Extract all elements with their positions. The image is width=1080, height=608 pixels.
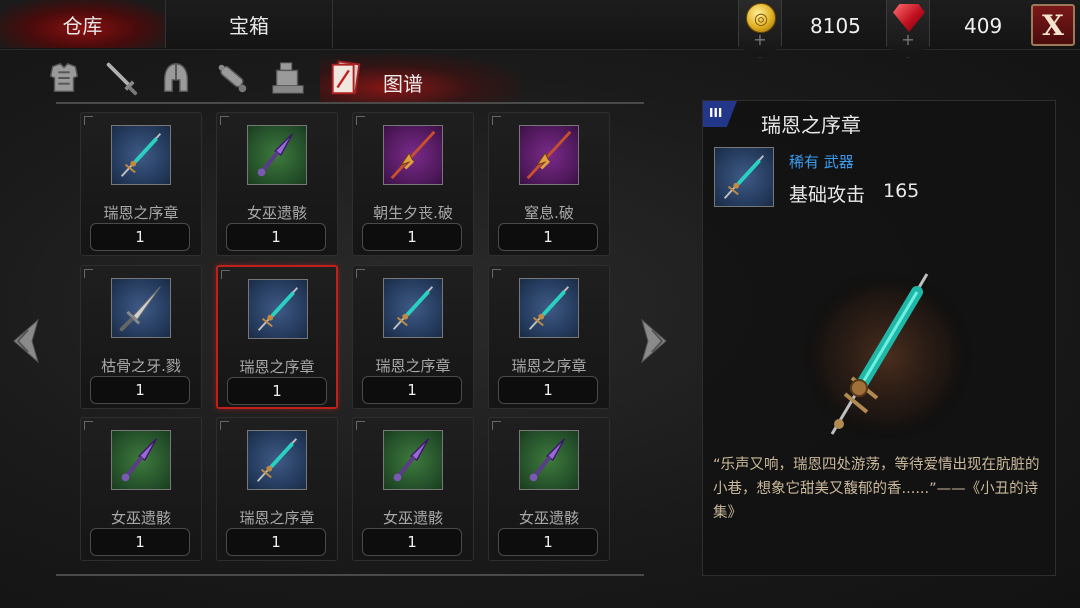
item-name: 瑞恩之序章 xyxy=(375,357,451,375)
inventory-slot[interactable]: 窒息.破 1 xyxy=(488,112,610,256)
item-name: 瑞恩之序章 xyxy=(239,509,315,527)
close-button[interactable]: X xyxy=(1031,4,1075,46)
dagger-icon xyxy=(111,430,171,490)
inventory-slot[interactable]: 瑞恩之序章 1 xyxy=(216,265,338,409)
corner-mark xyxy=(356,421,365,430)
gem-amount: 409 xyxy=(964,14,1003,38)
item-name: 瑞恩之序章 xyxy=(103,204,179,222)
inventory-slot[interactable]: 瑞恩之序章 1 xyxy=(488,265,610,409)
item-name: 窒息.破 xyxy=(524,204,574,222)
dagger-icon xyxy=(383,430,443,490)
halberd-icon xyxy=(519,125,579,185)
weapon-artwork xyxy=(797,266,977,446)
prev-page-arrow[interactable] xyxy=(8,318,42,364)
item-name: 瑞恩之序章 xyxy=(511,357,587,375)
item-quantity: 1 xyxy=(362,223,462,251)
tier-badge: III xyxy=(703,101,737,127)
item-quantity: 1 xyxy=(498,528,598,556)
inventory-slot[interactable]: 女巫遗骸 1 xyxy=(352,417,474,561)
corner-mark xyxy=(492,269,501,278)
detail-item-icon xyxy=(714,147,774,207)
corner-mark xyxy=(221,270,230,279)
dagger-icon xyxy=(519,430,579,490)
gold-coin-icon: ◎ xyxy=(746,3,776,33)
tab-warehouse[interactable]: 仓库 xyxy=(0,0,165,48)
spear-icon xyxy=(247,430,307,490)
item-quantity: 1 xyxy=(226,528,326,556)
corner-mark xyxy=(492,116,501,125)
item-name: 女巫遗骸 xyxy=(246,204,307,222)
inventory-slot[interactable]: 女巫遗骸 1 xyxy=(216,112,338,256)
item-quantity: 1 xyxy=(362,376,462,404)
halberd-icon xyxy=(383,125,443,185)
potion-icon[interactable] xyxy=(210,56,254,100)
gem-add-button[interactable]: + xyxy=(886,0,930,58)
helmet-icon[interactable] xyxy=(154,56,198,100)
detail-title: 瑞恩之序章 xyxy=(761,113,861,137)
divider xyxy=(56,102,644,104)
materials-icon[interactable] xyxy=(266,56,310,100)
item-description: “乐声又响，瑞恩四处游荡，等待爱情出现在肮脏的小巷，想象它甜美又馥郁的香....… xyxy=(713,457,1040,521)
item-quantity: 1 xyxy=(498,376,598,404)
category-bar: 图谱 xyxy=(40,54,644,102)
corner-mark xyxy=(492,421,501,430)
item-name: 女巫遗骸 xyxy=(110,509,171,527)
spear-icon xyxy=(519,278,579,338)
gold-add-button[interactable]: ◎ + xyxy=(738,0,782,58)
next-page-arrow[interactable] xyxy=(638,318,672,364)
item-name: 瑞恩之序章 xyxy=(239,358,315,376)
inventory-slot[interactable]: 瑞恩之序章 1 xyxy=(80,112,202,256)
item-grid: 瑞恩之序章 1 女巫遗骸 1 朝生夕丧.破 1 窒息.破 1 枯骨之牙.戮 1 瑞恩之序章 1 瑞恩之序… xyxy=(80,112,610,562)
corner-mark xyxy=(220,116,229,125)
plus-icon: + xyxy=(753,30,767,49)
top-bar: 仓库 宝箱 ◎ + 8105 + 409 X xyxy=(0,0,1080,58)
divider xyxy=(56,574,644,576)
sword-icon xyxy=(111,278,171,338)
inventory-slot[interactable]: 瑞恩之序章 1 xyxy=(216,417,338,561)
armor-icon[interactable] xyxy=(42,56,86,100)
corner-mark xyxy=(356,116,365,125)
codex-icon[interactable] xyxy=(324,56,368,100)
item-quantity: 1 xyxy=(226,223,326,251)
item-quantity: 1 xyxy=(362,528,462,556)
stat-label: 基础攻击 xyxy=(789,184,866,206)
inventory-slot[interactable]: 枯骨之牙.戮 1 xyxy=(80,265,202,409)
spear-icon xyxy=(248,279,308,339)
corner-mark xyxy=(84,269,93,278)
item-name: 枯骨之牙.戮 xyxy=(101,357,181,375)
rarity-type: 稀有 武器 xyxy=(789,153,854,171)
corner-mark xyxy=(220,421,229,430)
item-detail-panel: III 瑞恩之序章 稀有 武器 基础攻击 165 “乐声又响，瑞恩四处游荡，等待… xyxy=(702,100,1056,576)
item-quantity: 1 xyxy=(90,528,190,556)
gold-amount: 8105 xyxy=(810,14,861,38)
plus-icon: + xyxy=(901,30,915,49)
red-gem-icon xyxy=(893,4,925,32)
item-name: 女巫遗骸 xyxy=(518,509,579,527)
item-quantity: 1 xyxy=(498,223,598,251)
inventory-slot[interactable]: 朝生夕丧.破 1 xyxy=(352,112,474,256)
corner-mark xyxy=(84,116,93,125)
spear-icon xyxy=(111,125,171,185)
item-name: 朝生夕丧.破 xyxy=(373,204,453,222)
sword-icon[interactable] xyxy=(98,56,142,100)
inventory-slot[interactable]: 女巫遗骸 1 xyxy=(80,417,202,561)
spear-icon xyxy=(383,278,443,338)
stat-value: 165 xyxy=(883,180,920,202)
inventory-slot[interactable]: 瑞恩之序章 1 xyxy=(352,265,474,409)
item-quantity: 1 xyxy=(227,377,327,405)
tab-chest[interactable]: 宝箱 xyxy=(165,0,333,48)
corner-mark xyxy=(356,269,365,278)
inventory-slot[interactable]: 女巫遗骸 1 xyxy=(488,417,610,561)
item-name: 女巫遗骸 xyxy=(382,509,443,527)
item-quantity: 1 xyxy=(90,223,190,251)
corner-mark xyxy=(84,421,93,430)
item-quantity: 1 xyxy=(90,376,190,404)
dagger-icon xyxy=(247,125,307,185)
active-category-label: 图谱 xyxy=(383,72,423,96)
